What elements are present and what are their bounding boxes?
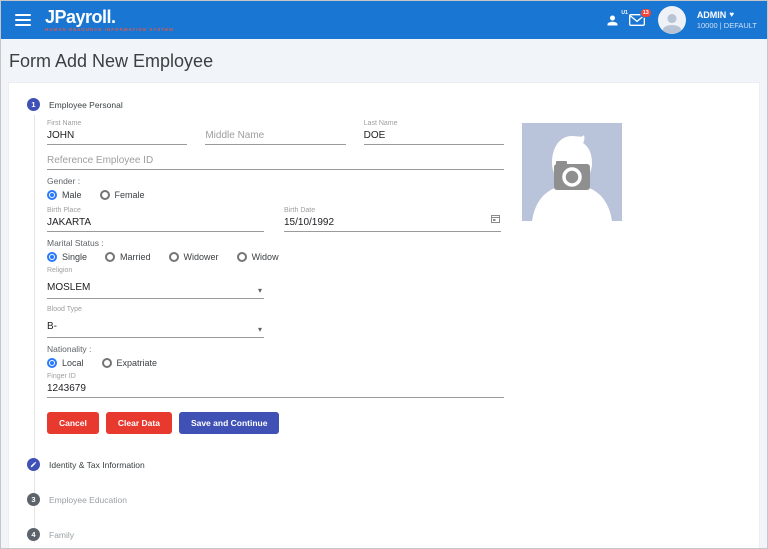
chevron-down-icon: ▾ [258, 287, 262, 295]
blood-type-value: B- [47, 321, 57, 332]
step-family[interactable]: 4 Family [27, 528, 759, 541]
nationality-expatriate-label: Expatriate [117, 358, 158, 368]
religion-select[interactable]: MOSLEM ▾ [47, 275, 264, 299]
radio-selected-icon [47, 252, 57, 262]
avatar-silhouette-icon [660, 10, 684, 34]
avatar[interactable] [658, 6, 686, 34]
radio-selected-icon [47, 190, 57, 200]
last-name-input[interactable] [364, 128, 504, 145]
marital-single-label: Single [62, 252, 87, 262]
company-context-label: 10000 | DEFAULT [697, 21, 757, 30]
marital-single-radio[interactable]: Single [47, 252, 87, 262]
title-bar: Form Add New Employee [1, 39, 767, 82]
radio-unselected-icon [237, 252, 247, 262]
first-name-input[interactable] [47, 128, 187, 145]
step-employee-personal[interactable]: 1 Employee Personal [27, 98, 759, 111]
blood-type-select[interactable]: B- ▾ [47, 314, 264, 338]
user-status-badge: U1 [621, 10, 627, 16]
nationality-label: Nationality : [47, 344, 504, 354]
marital-widower-label: Widower [184, 252, 219, 262]
username-label: ADMIN [697, 10, 727, 21]
marital-status-label: Marital Status : [47, 238, 504, 248]
messages-icon[interactable]: 13 [629, 14, 645, 26]
employee-photo-upload[interactable] [522, 123, 622, 434]
logo-text: JPayroll. [45, 8, 174, 26]
nationality-local-radio[interactable]: Local [47, 358, 84, 368]
save-and-continue-button[interactable]: Save and Continue [179, 412, 280, 434]
cancel-button[interactable]: Cancel [47, 412, 99, 434]
app-window: JPayroll. HUMAN RESOURCE INFORMATION SYS… [0, 0, 768, 549]
middle-name-label [205, 119, 345, 128]
radio-unselected-icon [105, 252, 115, 262]
marital-widow-radio[interactable]: Widow [237, 252, 279, 262]
marital-widow-label: Widow [252, 252, 279, 262]
step-1-label: Employee Personal [49, 100, 123, 110]
gender-male-label: Male [62, 190, 82, 200]
stepper-connector-line [34, 115, 35, 543]
heart-icon: ♥ [729, 10, 734, 20]
calendar-icon[interactable] [491, 210, 500, 228]
top-navbar: JPayroll. HUMAN RESOURCE INFORMATION SYS… [1, 1, 767, 39]
radio-selected-icon [47, 358, 57, 368]
birth-place-input[interactable] [47, 215, 264, 232]
logo-tagline: HUMAN RESOURCE INFORMATION SYSTEM [45, 28, 174, 33]
marital-widower-radio[interactable]: Widower [169, 252, 219, 262]
step-employee-education[interactable]: 3 Employee Education [27, 493, 759, 506]
religion-value: MOSLEM [47, 282, 90, 293]
birth-date-input[interactable] [284, 215, 501, 232]
step-4-label: Family [49, 530, 74, 540]
employee-personal-form: First Name Last Name [47, 119, 759, 434]
religion-label: Religion [47, 266, 264, 275]
finger-id-label: Finger ID [47, 372, 504, 381]
step-4-number: 4 [31, 530, 35, 539]
app-logo[interactable]: JPayroll. HUMAN RESOURCE INFORMATION SYS… [45, 8, 174, 33]
marital-married-radio[interactable]: Married [105, 252, 151, 262]
step-1-circle: 1 [27, 98, 40, 111]
birth-date-label: Birth Date [284, 206, 501, 215]
reference-employee-id-input[interactable] [47, 153, 504, 170]
stepper-card: 1 Employee Personal First Name Last [8, 82, 760, 549]
step-2-label: Identity & Tax Information [49, 460, 145, 470]
nationality-expatriate-radio[interactable]: Expatriate [102, 358, 158, 368]
chevron-down-icon: ▾ [258, 326, 262, 334]
middle-name-input[interactable] [205, 128, 345, 145]
marital-married-label: Married [120, 252, 151, 262]
gender-female-radio[interactable]: Female [100, 190, 145, 200]
radio-unselected-icon [100, 190, 110, 200]
pencil-icon [30, 461, 37, 468]
gender-label: Gender : [47, 176, 504, 186]
blood-type-label: Blood Type [47, 305, 264, 314]
step-3-label: Employee Education [49, 495, 127, 505]
page-title: Form Add New Employee [9, 51, 759, 72]
first-name-label: First Name [47, 119, 187, 128]
gender-male-radio[interactable]: Male [47, 190, 82, 200]
nationality-local-label: Local [62, 358, 84, 368]
step-2-circle [27, 458, 40, 471]
radio-unselected-icon [169, 252, 179, 262]
finger-id-input[interactable] [47, 381, 504, 398]
user-status-icon[interactable]: U1 [605, 13, 620, 28]
step-3-number: 3 [31, 495, 35, 504]
photo-placeholder [522, 123, 622, 221]
step-identity-tax-information[interactable]: Identity & Tax Information [27, 458, 759, 471]
user-menu[interactable]: ADMIN ♥ 10000 | DEFAULT [697, 10, 757, 31]
camera-icon [554, 161, 590, 190]
message-count-badge: 13 [640, 8, 652, 18]
last-name-label: Last Name [364, 119, 504, 128]
radio-unselected-icon [102, 358, 112, 368]
clear-data-button[interactable]: Clear Data [106, 412, 172, 434]
step-1-number: 1 [31, 100, 35, 109]
person-icon [605, 13, 620, 28]
birth-place-label: Birth Place [47, 206, 264, 215]
gender-female-label: Female [115, 190, 145, 200]
step-3-circle: 3 [27, 493, 40, 506]
hamburger-menu-icon[interactable] [15, 11, 31, 29]
step-4-circle: 4 [27, 528, 40, 541]
